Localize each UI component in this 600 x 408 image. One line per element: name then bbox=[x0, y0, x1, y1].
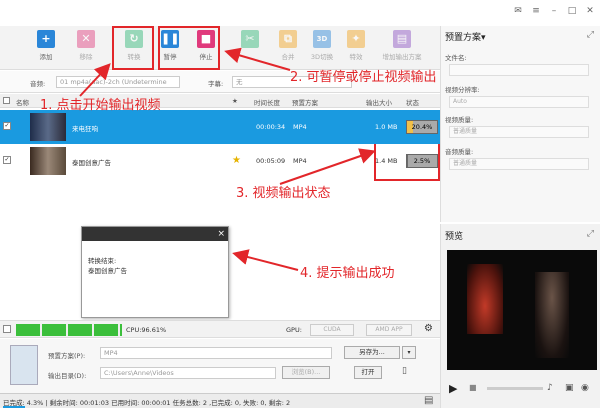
open-button[interactable]: 打开 bbox=[354, 366, 382, 379]
preview-title: 预览 bbox=[445, 232, 464, 242]
save-as-button[interactable]: 另存为... bbox=[344, 346, 400, 359]
status-bar: 已完成: 4.3% | 剩余时间: 00:01:03 已用时间: 00:00:0… bbox=[0, 393, 440, 408]
player-controls: ▶ ■ ♪ ▣ ◉ bbox=[447, 374, 597, 402]
camera-icon[interactable]: ◉ bbox=[581, 383, 589, 393]
volume-icon[interactable]: ♪ bbox=[547, 383, 553, 393]
audio-quality-label: 音频质量: bbox=[445, 148, 474, 156]
expand-icon[interactable]: ⤢ bbox=[587, 229, 594, 239]
preset-label: 预置方案(P): bbox=[48, 352, 86, 360]
output-dir-label: 输出目录(D): bbox=[48, 372, 87, 380]
amd-app-toggle[interactable]: AMD APP bbox=[366, 324, 412, 336]
log-icon[interactable]: ▤ bbox=[424, 395, 433, 406]
stop-icon[interactable]: ■ bbox=[469, 383, 477, 392]
cpu-text: CPU:96.61% bbox=[126, 326, 167, 334]
browse-button[interactable]: 浏览(B)... bbox=[282, 366, 330, 379]
output-settings: 预置方案(P): MP4 另存为... ▾ 输出目录(D): C:\Users\… bbox=[0, 339, 440, 393]
preset-select[interactable]: MP4 bbox=[100, 347, 332, 359]
audio-quality-select[interactable]: 普通质量 bbox=[449, 158, 589, 170]
seek-bar[interactable] bbox=[487, 387, 543, 390]
cuda-toggle[interactable]: CUDA bbox=[310, 324, 354, 336]
gpu-label: GPU: bbox=[286, 326, 302, 334]
cpu-checkbox[interactable] bbox=[3, 325, 11, 333]
preview-panel: 预览 ⤢ ▶ ■ ♪ ▣ ◉ bbox=[440, 224, 600, 408]
filename-input[interactable] bbox=[449, 64, 589, 76]
gear-icon[interactable]: ⚙ bbox=[424, 323, 433, 334]
preview-screen bbox=[447, 250, 597, 370]
expand-icon[interactable]: ⤢ bbox=[587, 30, 594, 40]
popup-close-button[interactable]: × bbox=[217, 228, 225, 240]
video-quality-label: 视频质量: bbox=[445, 116, 474, 124]
popup-file-name: 泰国创意广告 bbox=[88, 267, 127, 275]
video-res-label: 视频分辨率: bbox=[445, 86, 480, 94]
preset-format-icon bbox=[10, 345, 38, 385]
scene-red-shape bbox=[467, 264, 503, 334]
cpu-usage-bars bbox=[16, 324, 122, 336]
scene-figure bbox=[535, 272, 569, 358]
status-text: 已完成: 4.3% | 剩余时间: 00:01:03 已用时间: 00:00:0… bbox=[3, 399, 291, 407]
preset-panel-title[interactable]: 预置方案▾ bbox=[445, 30, 486, 43]
popup-message: 转换结束: bbox=[88, 257, 117, 265]
output-dir-input[interactable]: C:\Users\Anne\Videos bbox=[100, 367, 276, 379]
filename-label: 文件名: bbox=[445, 54, 467, 62]
cpu-bar: CPU:96.61% GPU: CUDA AMD APP ⚙ bbox=[0, 320, 440, 338]
preset-panel: 预置方案▾ ⤢ 文件名: 视频分辨率: Auto 视频质量: 普通质量 音频质量… bbox=[440, 26, 600, 222]
conversion-complete-popup: × 转换结束: 泰国创意广告 bbox=[81, 226, 229, 318]
play-icon[interactable]: ▶ bbox=[449, 382, 457, 395]
video-quality-select[interactable]: 普通质量 bbox=[449, 126, 589, 138]
save-as-dropdown[interactable]: ▾ bbox=[402, 346, 416, 359]
snapshot-folder-icon[interactable]: ▣ bbox=[565, 383, 574, 393]
video-res-select[interactable]: Auto bbox=[449, 96, 589, 108]
phone-icon[interactable]: ▯ bbox=[402, 366, 407, 376]
popup-header: × bbox=[82, 227, 228, 241]
